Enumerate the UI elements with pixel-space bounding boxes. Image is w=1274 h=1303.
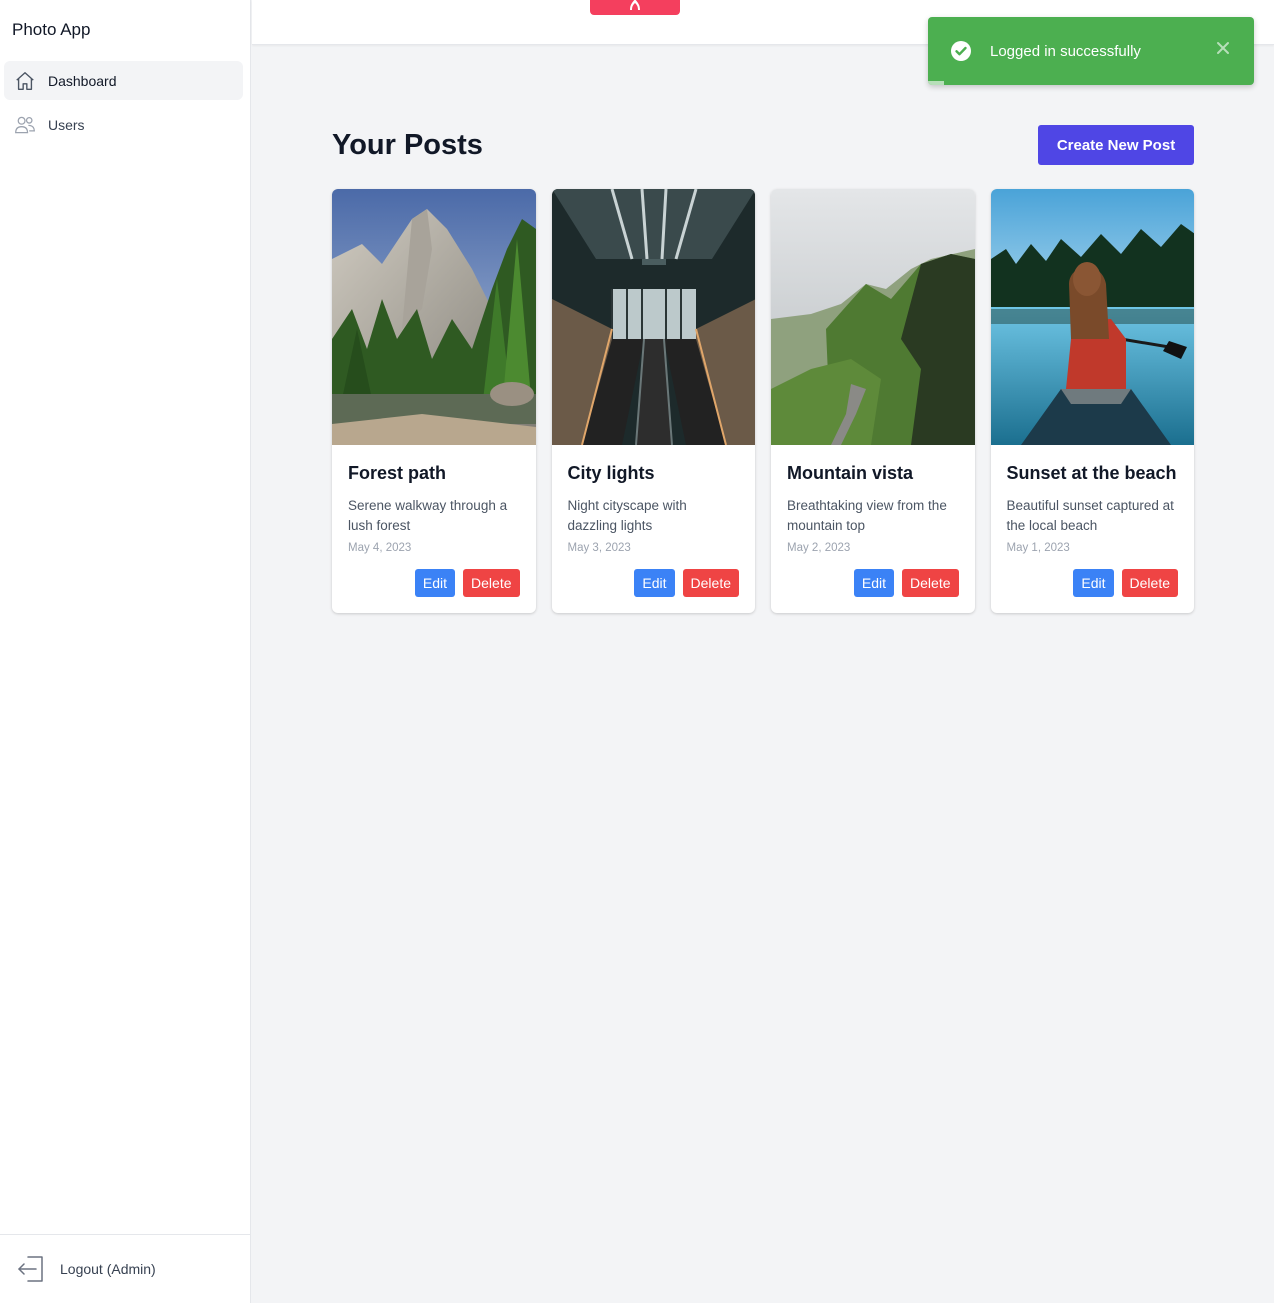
post-description: Beautiful sunset captured at the local b… bbox=[1006, 498, 1174, 533]
posts-header: Your Posts Create New Post bbox=[332, 125, 1194, 165]
sidebar: Photo App Dashboard Users Logout (Admin) bbox=[0, 0, 251, 1303]
post-description: Night cityscape with dazzling lights bbox=[567, 498, 687, 533]
card-body: Sunset at the beach Beautiful sunset cap… bbox=[991, 445, 1195, 554]
card-actions: Edit Delete bbox=[853, 569, 959, 597]
logout-icon bbox=[16, 1254, 46, 1284]
edit-button[interactable]: Edit bbox=[853, 569, 895, 597]
page-title: Your Posts bbox=[332, 129, 483, 161]
success-toast: Logged in successfully bbox=[928, 17, 1254, 85]
post-description: Breathtaking view from the mountain top bbox=[787, 498, 947, 533]
post-card: City lights Night cityscape with dazzlin… bbox=[551, 189, 756, 613]
post-card: Forest path Serene walkway through a lus… bbox=[332, 189, 536, 613]
woman-in-canoe-photo bbox=[990, 189, 1194, 445]
app-title: Photo App bbox=[12, 20, 91, 39]
green-mountain-road-photo bbox=[771, 189, 975, 445]
delete-button[interactable]: Delete bbox=[902, 569, 959, 597]
edit-button[interactable]: Edit bbox=[634, 569, 675, 597]
card-body: City lights Night cityscape with dazzlin… bbox=[552, 445, 756, 554]
close-icon[interactable] bbox=[1216, 41, 1230, 55]
post-title: Sunset at the beach bbox=[1006, 463, 1177, 483]
users-icon bbox=[14, 114, 36, 136]
card-body: Mountain vista Breathtaking view from th… bbox=[771, 445, 975, 554]
create-post-button[interactable]: Create New Post bbox=[1038, 125, 1194, 165]
sidebar-item-label: Dashboard bbox=[48, 72, 117, 89]
forest-mountain-photo bbox=[332, 189, 536, 445]
post-card: Sunset at the beach Beautiful sunset cap… bbox=[990, 189, 1195, 613]
post-description: Serene walkway through a lush forest bbox=[348, 498, 508, 533]
home-icon bbox=[14, 70, 36, 92]
post-title: Mountain vista bbox=[787, 463, 914, 483]
post-date: May 1, 2023 bbox=[1006, 542, 1070, 554]
delete-button[interactable]: Delete bbox=[1121, 569, 1178, 597]
top-tab-handle[interactable] bbox=[590, 0, 680, 15]
sidebar-item-label: Users bbox=[48, 116, 85, 133]
delete-button[interactable]: Delete bbox=[463, 569, 520, 597]
toast-progress-bar bbox=[928, 81, 945, 85]
posts-grid: Forest path Serene walkway through a lus… bbox=[332, 189, 1194, 613]
card-body: Forest path Serene walkway through a lus… bbox=[332, 445, 536, 554]
card-actions: Edit Delete bbox=[1073, 569, 1178, 597]
card-actions: Edit Delete bbox=[634, 569, 739, 597]
sidebar-item-dashboard[interactable]: Dashboard bbox=[4, 61, 243, 100]
delete-button[interactable]: Delete bbox=[682, 569, 739, 597]
post-date: May 3, 2023 bbox=[567, 542, 631, 554]
sidebar-item-users[interactable]: Users bbox=[4, 105, 243, 144]
flame-icon bbox=[628, 0, 642, 15]
card-actions: Edit Delete bbox=[414, 569, 520, 597]
escalator-station-photo bbox=[551, 189, 755, 445]
post-title: City lights bbox=[567, 463, 655, 483]
edit-button[interactable]: Edit bbox=[414, 569, 456, 597]
logout-label: Logout (Admin) bbox=[60, 1261, 156, 1277]
toast-message: Logged in successfully bbox=[990, 42, 1141, 60]
post-card: Mountain vista Breathtaking view from th… bbox=[771, 189, 975, 613]
edit-button[interactable]: Edit bbox=[1073, 569, 1114, 597]
post-title: Forest path bbox=[348, 463, 447, 483]
check-circle-icon bbox=[950, 40, 972, 62]
logout-button[interactable]: Logout (Admin) bbox=[0, 1234, 250, 1303]
post-date: May 4, 2023 bbox=[348, 542, 412, 554]
sidebar-nav: Dashboard Users bbox=[4, 61, 243, 149]
post-date: May 2, 2023 bbox=[787, 542, 851, 554]
